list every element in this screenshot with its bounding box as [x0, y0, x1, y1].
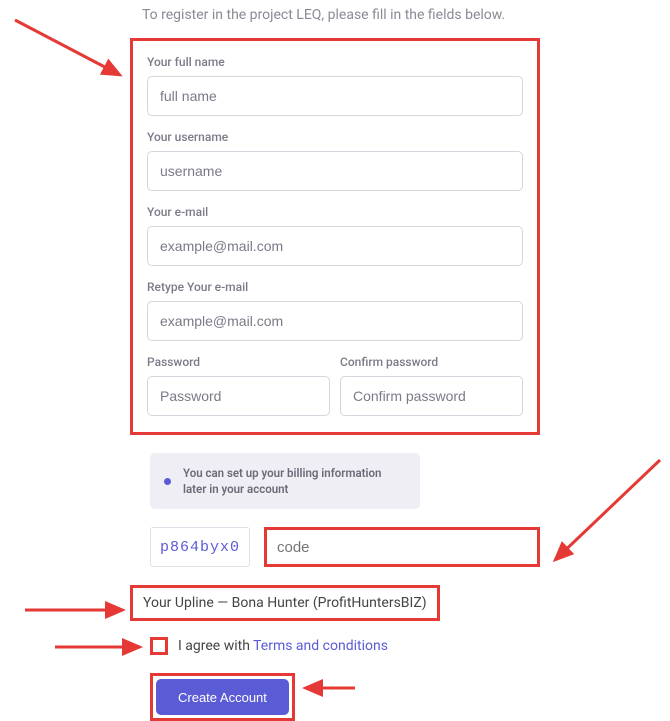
captcha-input[interactable] — [264, 527, 540, 567]
email-input[interactable] — [147, 226, 523, 266]
annotation-arrow-icon — [550, 460, 670, 584]
annotation-arrow-icon — [15, 20, 135, 94]
password-confirm-input[interactable] — [340, 376, 523, 416]
captcha-row: p864byx0 — [150, 527, 540, 567]
billing-info-notice: You can set up your billing information … — [150, 453, 420, 509]
intro-text: To register in the project LEQ, please f… — [130, 0, 540, 38]
password-label: Password — [147, 355, 330, 369]
fullname-label: Your full name — [147, 55, 523, 69]
registration-form: Your full name Your username Your e-mail… — [130, 38, 540, 435]
username-input[interactable] — [147, 151, 523, 191]
username-label: Your username — [147, 130, 523, 144]
info-text: You can set up your billing information … — [183, 465, 406, 497]
agree-checkbox[interactable] — [150, 637, 168, 655]
annotation-arrow-icon — [25, 600, 135, 624]
terms-link[interactable]: Terms and conditions — [253, 638, 388, 654]
fullname-input[interactable] — [147, 76, 523, 116]
password-confirm-label: Confirm password — [340, 355, 523, 369]
agree-row: I agree with Terms and conditions — [150, 637, 540, 655]
email-label: Your e-mail — [147, 205, 523, 219]
submit-highlight: Create Account — [150, 673, 295, 721]
captcha-image: p864byx0 — [150, 527, 250, 567]
password-input[interactable] — [147, 376, 330, 416]
email-confirm-input[interactable] — [147, 301, 523, 341]
agree-prefix: I agree with — [178, 638, 253, 654]
email-confirm-label: Retype Your e-mail — [147, 280, 523, 294]
info-dot-icon — [164, 478, 171, 485]
upline-info: Your Upline — Bona Hunter (ProfitHunters… — [130, 585, 440, 621]
agree-text: I agree with Terms and conditions — [178, 638, 388, 654]
